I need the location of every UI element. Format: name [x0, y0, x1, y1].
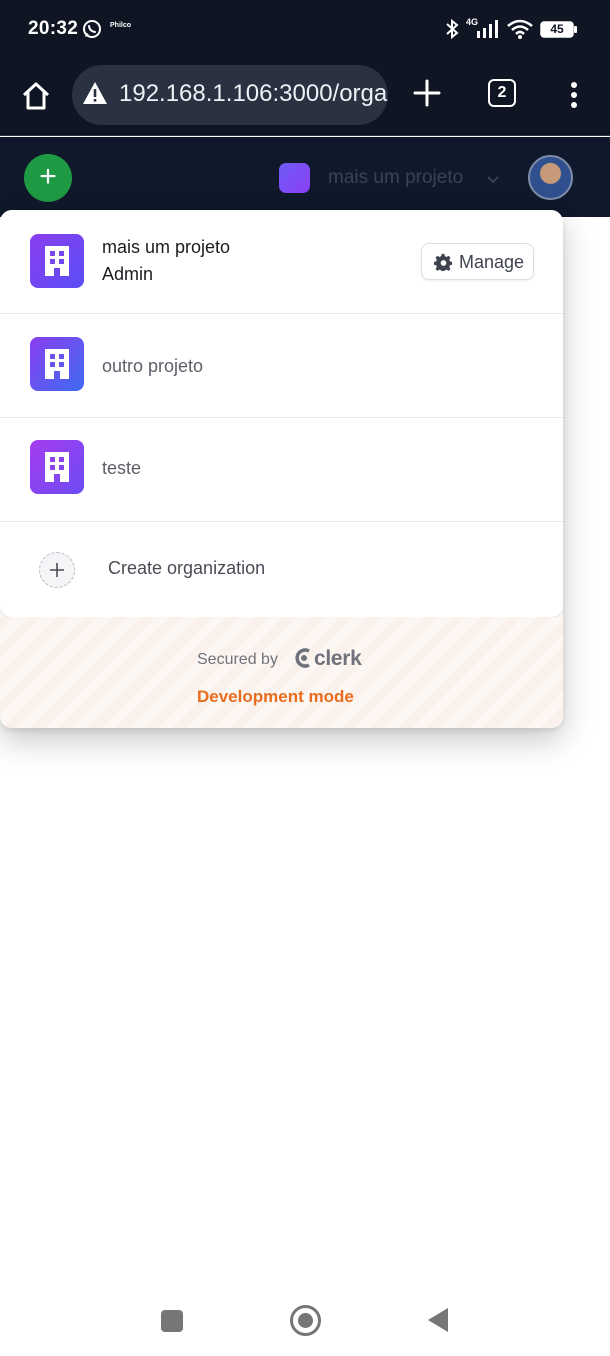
whatsapp-icon [83, 20, 101, 38]
url-text[interactable]: 192.168.1.106:3000/orga [119, 80, 387, 108]
building-icon [30, 440, 84, 494]
secured-by-label: Secured by [197, 651, 278, 668]
org-item[interactable]: teste [0, 418, 563, 522]
more-vert-icon[interactable] [566, 78, 582, 112]
org-item[interactable]: outro projeto [0, 314, 563, 418]
add-button[interactable]: + [24, 154, 72, 202]
development-mode-label: Development mode [197, 687, 354, 706]
current-org-label: mais um projeto [328, 167, 464, 188]
carrier-badge: Philco [110, 22, 132, 29]
building-icon [30, 234, 84, 288]
create-organization-label: Create organization [108, 558, 266, 578]
battery-level: 45 [550, 22, 564, 36]
building-icon [279, 163, 310, 193]
org-item-name: outro projeto [102, 356, 204, 376]
app-header: + mais um projeto [0, 137, 610, 217]
address-bar[interactable]: 192.168.1.106:3000/orga [72, 65, 388, 125]
browser-toolbar: 192.168.1.106:3000/orga 2 [0, 58, 610, 136]
manage-button[interactable]: Manage [421, 243, 534, 280]
bluetooth-icon [446, 18, 459, 40]
clerk-logo-icon [295, 648, 310, 668]
status-time: 20:32 [28, 18, 79, 39]
active-org-row: mais um projeto Admin Manage [0, 210, 563, 314]
plus-icon[interactable] [410, 76, 444, 110]
chevron-down-icon [487, 176, 499, 184]
home-icon[interactable] [18, 78, 54, 114]
org-switcher-popover: mais um projeto Admin Manage outro proje… [0, 210, 563, 728]
building-icon [30, 337, 84, 391]
status-bar: 20:32 Philco 4G 45 [0, 0, 610, 58]
gear-icon [434, 253, 453, 272]
manage-label: Manage [459, 252, 525, 272]
active-org-name: mais um projeto [102, 237, 231, 257]
home-button[interactable] [290, 1305, 321, 1336]
avatar[interactable] [528, 155, 573, 200]
clerk-brand: clerk [314, 647, 362, 670]
org-list: mais um projeto Admin Manage outro proje… [0, 210, 563, 617]
create-organization-button[interactable]: Create organization [0, 522, 563, 617]
active-org-role: Admin [102, 264, 154, 284]
signal-icon [477, 20, 498, 38]
wifi-icon [507, 19, 533, 39]
warning-icon[interactable] [82, 81, 108, 105]
recent-apps-button[interactable] [161, 1310, 183, 1332]
back-button[interactable] [428, 1308, 448, 1332]
popover-footer: Secured by clerk Development mode [0, 617, 563, 728]
org-item-name: teste [102, 458, 142, 478]
plus-icon [39, 552, 75, 588]
tabs-button[interactable]: 2 [488, 79, 516, 107]
